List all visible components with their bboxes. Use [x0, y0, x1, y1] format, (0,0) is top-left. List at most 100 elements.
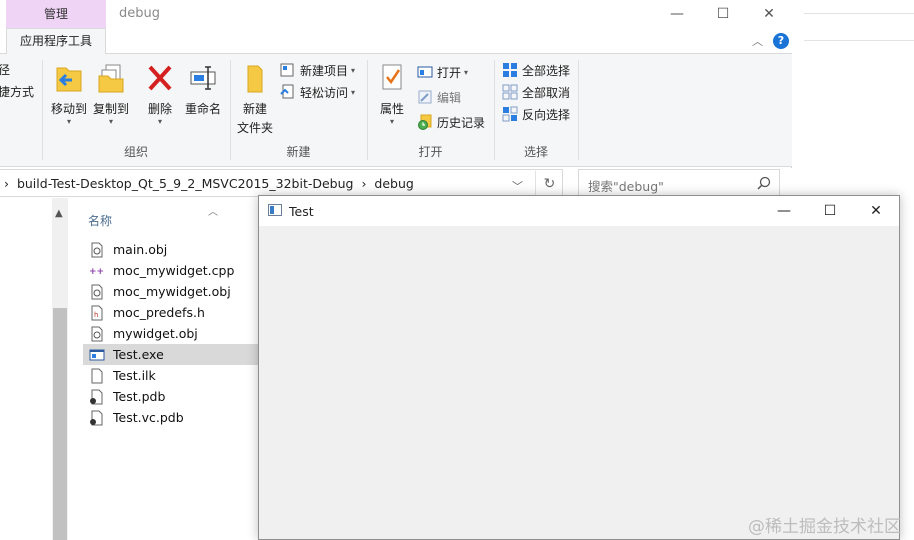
file-name: moc_mywidget.obj: [113, 284, 231, 299]
divider: [804, 13, 914, 14]
easy-access-button[interactable]: 轻松访问 ▾: [280, 82, 355, 102]
properties-button[interactable]: 属性 ▾: [374, 62, 410, 126]
ribbon-tabs: 应用程序工具 ︿ ?: [0, 28, 792, 55]
refresh-icon: ↻: [543, 176, 556, 192]
open-button[interactable]: 打开 ▾: [417, 62, 468, 82]
dropdown-arrow-icon: ▾: [66, 117, 71, 126]
cpp-file-icon: ++: [89, 263, 105, 279]
copy-to-button[interactable]: 复制到 ▾: [90, 62, 132, 126]
pdb-file-icon: [89, 410, 105, 426]
scrollbar-thumb[interactable]: [53, 308, 67, 540]
copy-to-icon: [96, 62, 126, 94]
maximize-button[interactable]: ☐: [700, 0, 746, 28]
minimize-button[interactable]: —: [761, 196, 807, 226]
minimize-button[interactable]: —: [654, 0, 700, 28]
close-button[interactable]: ✕: [853, 196, 899, 226]
address-field[interactable]: › build-Test-Desktop_Qt_5_9_2_MSVC2015_3…: [0, 169, 563, 199]
svg-text:h: h: [94, 311, 98, 319]
new-item-label: 新建项目: [300, 63, 349, 78]
test-app-window[interactable]: Test — ☐ ✕: [258, 195, 900, 540]
properties-icon: [377, 62, 407, 94]
maximize-button[interactable]: ☐: [807, 196, 853, 226]
open-icon: [417, 64, 433, 80]
pdb-file-icon: [89, 389, 105, 405]
close-button[interactable]: ✕: [746, 0, 792, 28]
list-item[interactable]: h moc_predefs.h: [85, 302, 260, 323]
breadcrumb[interactable]: › build-Test-Desktop_Qt_5_9_2_MSVC2015_3…: [4, 176, 414, 191]
chevron-up-icon[interactable]: ︿: [752, 33, 763, 49]
breadcrumb-segment[interactable]: build-Test-Desktop_Qt_5_9_2_MSVC2015_32b…: [17, 176, 354, 191]
select-all-button[interactable]: 全部选择: [502, 60, 570, 80]
invert-selection-button[interactable]: 反向选择: [502, 104, 570, 124]
partial-label[interactable]: 捷方式: [0, 83, 34, 100]
search-input[interactable]: 搜索"debug": [578, 169, 780, 197]
rename-icon: [188, 62, 218, 94]
title-bar[interactable]: 管理 debug — ☐ ✕: [0, 0, 792, 30]
breadcrumb-segment[interactable]: debug: [374, 176, 413, 191]
new-folder-label-1: 新建: [242, 102, 267, 116]
partial-label[interactable]: 径: [0, 61, 10, 78]
list-item[interactable]: Test.pdb: [85, 386, 260, 407]
file-name: moc_predefs.h: [113, 305, 205, 320]
rename-button[interactable]: 重命名: [182, 62, 224, 117]
select-none-button[interactable]: 全部取消: [502, 82, 570, 102]
invert-selection-label: 反向选择: [522, 107, 571, 122]
history-button[interactable]: 历史记录: [417, 112, 485, 132]
column-header-name[interactable]: 名称: [88, 212, 112, 229]
obj-file-icon: [89, 242, 105, 258]
new-folder-label-2: 文件夹: [236, 121, 273, 135]
group-label-select: 选择: [523, 145, 548, 159]
file-name: Test.ilk: [113, 368, 156, 383]
help-icon[interactable]: ?: [773, 33, 789, 49]
edit-button[interactable]: 编辑: [417, 87, 461, 107]
move-to-icon: [54, 62, 84, 94]
app-icon: [268, 204, 282, 216]
test-window-title: Test: [289, 204, 314, 219]
edit-icon: [417, 89, 433, 105]
rename-label: 重命名: [184, 102, 221, 116]
scroll-up-icon[interactable]: ▲: [55, 208, 63, 219]
ilk-file-icon: [89, 368, 105, 384]
breadcrumb-separator[interactable]: ›: [4, 176, 9, 191]
ribbon: 径 捷方式 移动到 ▾ 复制到 ▾ 删除 ▾ 重命名 组织 新建 文件夹 新建项…: [0, 54, 792, 167]
group-label-organize: 组织: [123, 145, 148, 159]
edit-label: 编辑: [437, 90, 462, 105]
group-divider: [578, 60, 579, 160]
breadcrumb-separator[interactable]: ›: [361, 176, 366, 191]
invert-selection-icon: [502, 106, 518, 122]
address-bar: › build-Test-Desktop_Qt_5_9_2_MSVC2015_3…: [0, 168, 792, 199]
dropdown-arrow-icon: ▾: [108, 117, 113, 126]
list-item[interactable]: moc_mywidget.obj: [85, 281, 260, 302]
move-to-button[interactable]: 移动到 ▾: [48, 62, 90, 126]
list-item[interactable]: ++ moc_mywidget.cpp: [85, 260, 260, 281]
chevron-down-icon[interactable]: ﹀: [512, 178, 523, 194]
navigation-pane: ▲: [0, 198, 68, 540]
search-icon: [757, 176, 771, 190]
file-name: Test.pdb: [113, 389, 166, 404]
list-item[interactable]: main.obj: [85, 239, 260, 260]
list-item-selected[interactable]: Test.exe: [83, 344, 261, 365]
svg-text:++: ++: [89, 267, 104, 277]
file-name: main.obj: [113, 242, 168, 257]
dropdown-arrow-icon: ▾: [389, 117, 394, 126]
select-all-label: 全部选择: [522, 63, 571, 78]
contextual-tab-header[interactable]: 管理: [6, 0, 106, 28]
select-none-label: 全部取消: [522, 85, 571, 100]
dropdown-arrow-icon: ▾: [351, 65, 356, 75]
header-file-icon: h: [89, 305, 105, 321]
desktop: 管理 debug — ☐ ✕ 应用程序工具 ︿ ? 径 捷方式 移动到 ▾ 复制…: [0, 0, 914, 540]
new-item-button[interactable]: 新建项目 ▾: [280, 60, 355, 80]
list-item[interactable]: Test.vc.pdb: [85, 407, 260, 428]
delete-label: 删除: [147, 102, 172, 116]
group-label-open: 打开: [418, 145, 443, 159]
new-folder-button[interactable]: 新建 文件夹: [234, 62, 276, 136]
delete-button[interactable]: 删除 ▾: [142, 62, 178, 126]
sort-ascending-icon: ︿: [208, 207, 218, 218]
test-window-title-bar[interactable]: Test — ☐ ✕: [259, 196, 899, 226]
tab-application-tools[interactable]: 应用程序工具: [6, 28, 106, 55]
move-to-label: 移动到: [50, 102, 87, 116]
list-item[interactable]: Test.ilk: [85, 365, 260, 386]
history-label: 历史记录: [437, 115, 486, 130]
list-item[interactable]: mywidget.obj: [85, 323, 260, 344]
dropdown-arrow-icon: ▾: [464, 67, 469, 77]
